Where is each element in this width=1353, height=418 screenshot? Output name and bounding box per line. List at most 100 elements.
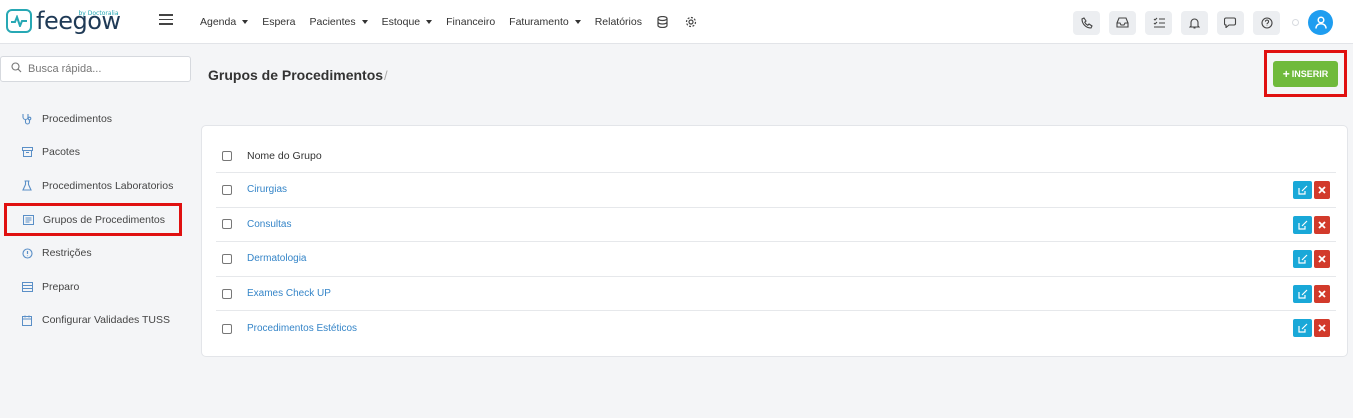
menu-toggle-icon[interactable] [159,14,173,25]
row-checkbox[interactable] [222,323,232,334]
delete-button[interactable] [1314,284,1330,303]
sidebar-item-label: Pacotes [42,146,80,159]
gear-icon[interactable] [684,15,698,29]
search-input[interactable] [28,63,178,75]
close-icon [1318,186,1326,194]
sidebar: Procedimentos Pacotes Procedimentos Labo… [0,102,195,337]
top-navbar: feegow by Doctoralia Agenda Espera Pacie… [0,0,1353,44]
pulse-icon [6,9,32,33]
chevron-down-icon [242,20,249,24]
delete-button[interactable] [1314,250,1330,269]
nav-faturamento[interactable]: Faturamento [509,16,581,28]
row-checkbox[interactable] [222,253,232,264]
chevron-down-icon [426,20,433,24]
nav-label: Pacientes [309,16,356,28]
calendar-icon [20,313,34,327]
nav-label: Agenda [200,16,237,28]
edit-button[interactable] [1293,250,1312,269]
insert-button[interactable]: + INSERIR [1273,60,1338,87]
checklist-icon[interactable] [1145,10,1172,35]
status-dot [1292,19,1299,26]
phone-icon[interactable] [1073,10,1100,35]
nav-label: Financeiro [446,16,496,28]
edit-icon [1297,289,1307,299]
table-header: Nome do Grupo [216,140,1336,173]
header-actions [1064,10,1333,35]
edit-button[interactable] [1293,181,1312,199]
bell-icon[interactable] [1181,10,1208,35]
group-link[interactable]: Exames Check UP [247,288,331,299]
row-checkbox[interactable] [222,288,232,299]
flask-icon [20,179,34,193]
nav-espera[interactable]: Espera [262,16,295,28]
info-icon [20,246,34,260]
sidebar-item-procedimentos-laboratorios[interactable]: Procedimentos Laboratorios [0,169,195,203]
sidebar-item-procedimentos[interactable]: Procedimentos [0,102,195,136]
help-icon[interactable] [1253,10,1280,35]
edit-icon [1297,220,1307,230]
sidebar-item-label: Procedimentos Laboratorios [42,179,174,192]
table-row: Cirurgias [216,173,1336,208]
close-icon [1318,324,1326,333]
brand-logo[interactable]: feegow by Doctoralia [6,9,121,33]
edit-button[interactable] [1293,319,1312,338]
delete-button[interactable] [1314,215,1330,234]
database-icon[interactable] [656,15,670,29]
plus-icon: + [1282,66,1290,81]
chevron-down-icon [361,20,368,24]
nav-financeiro[interactable]: Financeiro [446,16,495,28]
table-row: Exames Check UP [216,277,1336,312]
select-all-checkbox[interactable] [222,151,232,161]
stethoscope-icon [20,112,34,126]
chevron-down-icon [574,20,581,24]
nav-estoque[interactable]: Estoque [382,16,433,28]
table-row: Consultas [216,208,1336,243]
list-icon [20,280,34,294]
edit-icon [1297,323,1307,333]
archive-icon [20,145,34,159]
nav-agenda[interactable]: Agenda [200,16,249,28]
row-actions [1293,250,1330,269]
column-header: Nome do Grupo [247,150,322,162]
row-actions [1293,181,1330,199]
group-link[interactable]: Procedimentos Estéticos [247,323,357,334]
sidebar-item-label: Grupos de Procedimentos [43,213,165,226]
nav-pacientes[interactable]: Pacientes [309,16,368,28]
group-link[interactable]: Cirurgias [247,184,287,195]
row-actions [1293,319,1330,338]
group-link[interactable]: Consultas [247,219,291,230]
row-checkbox[interactable] [222,219,232,230]
search-icon [11,62,22,76]
sidebar-item-label: Restrições [42,247,92,260]
table-row: Procedimentos Estéticos [216,311,1336,346]
sidebar-item-configurar-validades-tuss[interactable]: Configurar Validades TUSS [0,304,195,338]
row-checkbox[interactable] [222,184,232,195]
page-title: Grupos de Procedimentos [208,67,384,83]
nav-label: Espera [262,16,296,28]
insert-label: INSERIR [1291,68,1329,79]
sidebar-item-pacotes[interactable]: Pacotes [0,136,195,170]
sidebar-item-label: Configurar Validades TUSS [42,314,171,327]
sidebar-item-label: Procedimentos [42,112,113,125]
quick-search[interactable] [0,56,191,82]
edit-icon [1297,254,1307,264]
nav-relatorios[interactable]: Relatórios [595,16,642,28]
edit-button[interactable] [1293,215,1312,234]
brand-by: by Doctoralia [78,10,119,17]
edit-button[interactable] [1293,284,1312,303]
delete-button[interactable] [1314,181,1330,199]
close-icon [1318,220,1326,229]
delete-button[interactable] [1314,319,1330,338]
avatar[interactable] [1308,10,1333,35]
row-actions [1293,284,1330,303]
close-icon [1318,290,1326,298]
close-icon [1318,255,1326,263]
group-link[interactable]: Dermatologia [247,253,306,264]
chat-icon[interactable] [1217,10,1244,35]
inbox-icon[interactable] [1109,10,1136,35]
sidebar-item-grupos-de-procedimentos[interactable]: Grupos de Procedimentos [4,202,182,237]
nav-label: Relatórios [594,16,642,28]
nav-label: Faturamento [509,16,569,28]
sidebar-item-restricoes[interactable]: Restrições [0,236,195,270]
sidebar-item-preparo[interactable]: Preparo [0,270,195,304]
